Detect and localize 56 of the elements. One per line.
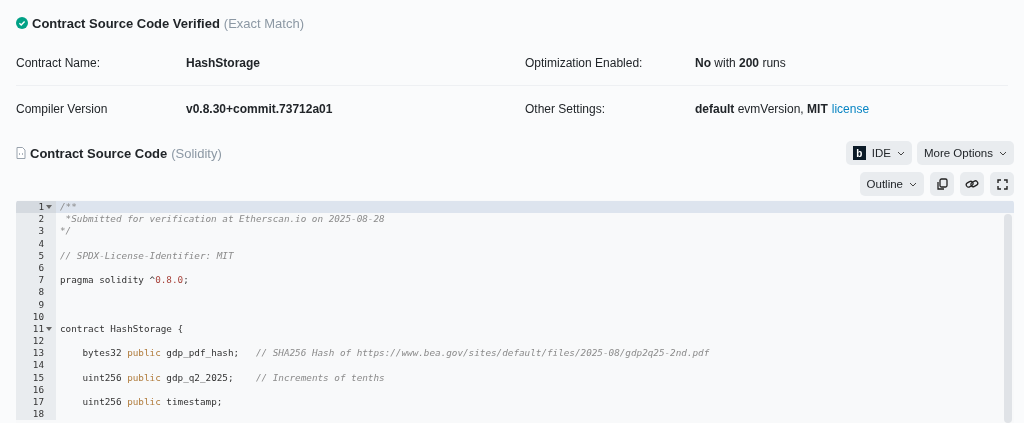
field-label: Compiler Version <box>16 101 108 116</box>
line-number: 16 <box>32 383 44 396</box>
code-line: contract HashStorage { <box>60 322 184 334</box>
match-note: (Exact Match) <box>223 15 304 31</box>
line-number: 13 <box>32 347 44 360</box>
code-line: bytes32 public gdp_pdf_hash; // SHA256 Hash of https://www.bea.gov/sites/default/files/2025-08/gdp2q25-2nd.pdf <box>81 347 710 359</box>
field-value: v0.8.30+commit.73712a01 <box>186 101 333 116</box>
line-number: 14 <box>32 359 44 372</box>
code-line: pragma solidity ^0.8.0; <box>60 274 189 286</box>
line-number: 5 <box>38 249 44 262</box>
file-code-icon <box>16 147 26 159</box>
link-button[interactable] <box>960 172 984 196</box>
chevron-down-icon <box>909 181 917 187</box>
line-number: 10 <box>32 310 44 323</box>
code-line: /** <box>60 201 77 212</box>
code-line: uint256 public gdp_q2_2025; // Increments of tenths <box>81 371 385 383</box>
chevron-down-icon <box>999 150 1007 156</box>
ide-logo-icon: b <box>852 146 866 160</box>
line-number: 15 <box>32 371 44 384</box>
chevron-down-icon <box>896 150 905 156</box>
field-value: HashStorage <box>186 55 261 70</box>
check-circle-icon <box>16 17 28 29</box>
line-number: 18 <box>32 408 44 421</box>
link-icon <box>965 178 979 190</box>
field-value: No with 200 runs <box>695 55 786 70</box>
code-line: */ <box>60 225 72 237</box>
field-label: Other Settings: <box>525 101 606 116</box>
field-label: Contract Name: <box>16 55 101 70</box>
line-number: 6 <box>38 261 44 275</box>
outline-button[interactable]: Outline <box>859 172 924 196</box>
code-line: *Submitted for verification at Etherscan.io on 2025-08-28 <box>64 213 385 225</box>
fullscreen-button[interactable] <box>990 172 1014 196</box>
copy-button[interactable] <box>930 172 954 196</box>
license-link[interactable]: license <box>831 101 870 116</box>
line-number: 2 <box>38 213 44 226</box>
line-number: 9 <box>38 298 44 311</box>
code-line: uint256 public timestamp; <box>81 396 223 407</box>
line-number: 7 <box>38 274 44 287</box>
code-line: // SPDX-License-Identifier: MIT <box>60 249 234 261</box>
ide-button[interactable]: b IDE <box>845 141 912 165</box>
language-note: (Solidity) <box>171 145 222 161</box>
field-label: Optimization Enabled: <box>525 55 643 70</box>
line-number: 17 <box>32 396 44 409</box>
line-number: 1 <box>38 201 44 214</box>
section-title: Contract Source Code Verified <box>32 15 220 31</box>
section-title: Contract Source Code <box>30 145 168 161</box>
line-number: 8 <box>38 286 44 299</box>
line-number: 4 <box>38 237 44 250</box>
copy-icon <box>936 177 948 191</box>
more-options-button[interactable]: More Options <box>916 141 1014 165</box>
field-value: default evmVersion, MIT <box>695 101 828 116</box>
fullscreen-icon <box>996 178 1008 190</box>
line-number: 3 <box>38 225 44 238</box>
scrollbar[interactable] <box>1004 214 1012 423</box>
line-number: 11 <box>32 322 44 336</box>
line-number: 12 <box>32 335 44 348</box>
